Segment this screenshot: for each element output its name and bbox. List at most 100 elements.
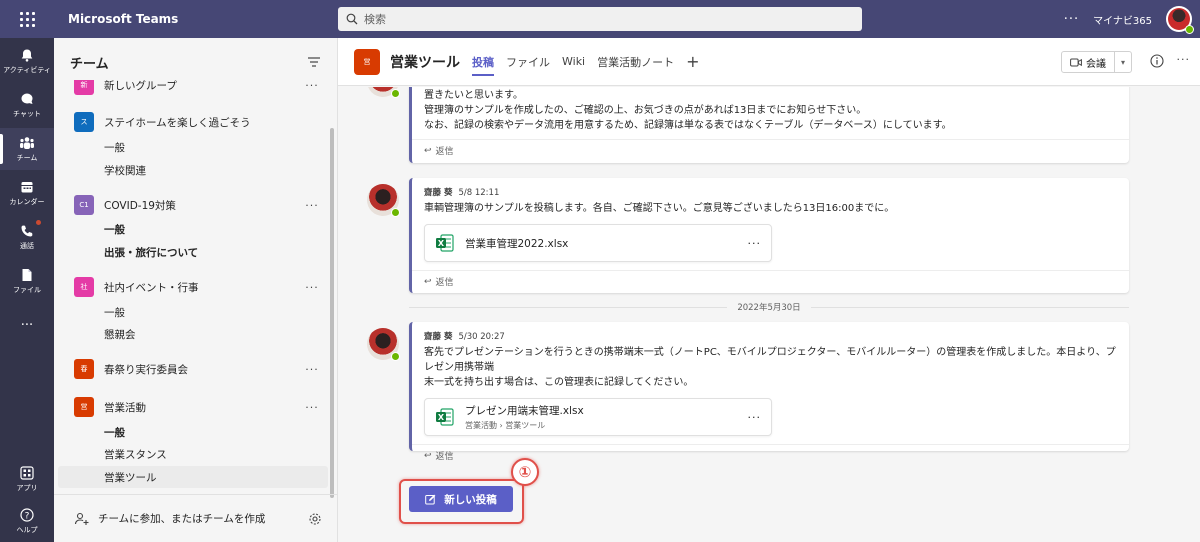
profile-avatar[interactable]: [1166, 6, 1194, 34]
channel-item[interactable]: 一般: [104, 422, 125, 442]
team-row-covid[interactable]: C1 COVID-19対策 ···: [54, 192, 330, 218]
post-card: 齋藤 葵 5/30 20:27 客先でプレゼンテーションを行うときの携帯端末一式（…: [409, 322, 1129, 462]
rail-files[interactable]: ファイル: [0, 260, 54, 302]
post-author: 齋藤 葵: [424, 332, 453, 342]
file-more-button[interactable]: ···: [748, 411, 762, 424]
reply-label: 返信: [435, 278, 454, 288]
channel-more-button[interactable]: ···: [1177, 53, 1191, 66]
app-launcher-button[interactable]: [0, 0, 54, 38]
post-meta: 齋藤 葵 5/30 20:27: [424, 330, 1117, 342]
team-row-spring[interactable]: 春 春祭り実行委員会 ···: [54, 356, 330, 382]
team-more-button[interactable]: ···: [302, 80, 322, 92]
rail-calendar[interactable]: カレンダー: [0, 172, 54, 214]
reply-icon: ↩: [424, 450, 432, 461]
author-avatar[interactable]: [367, 184, 400, 217]
date-divider: 2022年5月30日: [409, 300, 1129, 314]
rail-help[interactable]: ? ヘルプ: [0, 500, 54, 542]
team-row-sales[interactable]: 営 営業活動 ···: [54, 394, 330, 420]
team-avatar: ス: [74, 112, 94, 132]
help-icon: ?: [20, 507, 34, 522]
team-more-button[interactable]: ···: [302, 363, 322, 376]
channel-item-active[interactable]: 営業ツール: [104, 467, 157, 487]
phone-icon: [21, 225, 33, 236]
team-more-button[interactable]: ···: [302, 401, 322, 414]
join-create-team[interactable]: チームに参加、またはチームを作成: [54, 494, 338, 542]
team-row-event[interactable]: 社 社内イベント・行事 ···: [54, 274, 330, 300]
bell-icon: [21, 49, 33, 62]
reply-button[interactable]: ↩ 返信: [412, 139, 1129, 161]
tab-files[interactable]: ファイル: [506, 38, 550, 86]
rail-activity[interactable]: アクティビティ: [0, 40, 54, 82]
rail-activity-label: アクティビティ: [3, 65, 51, 74]
pane-title: チーム: [70, 56, 109, 72]
filter-icon[interactable]: [307, 56, 321, 68]
new-post-label: 新しい投稿: [444, 493, 497, 506]
excel-icon: X: [436, 234, 454, 252]
rail-more[interactable]: ···: [0, 304, 54, 346]
search-icon: [346, 13, 358, 25]
rail-teams-label: チーム: [16, 153, 38, 162]
tab-wiki[interactable]: Wiki: [562, 38, 585, 86]
meet-now-button[interactable]: 会議: [1062, 52, 1115, 72]
channel-item[interactable]: 一般: [104, 219, 125, 239]
compose-icon: [425, 494, 436, 504]
date-divider-label: 2022年5月30日: [737, 303, 801, 313]
channel-item[interactable]: 学校関連: [104, 160, 146, 180]
pane-header: チーム: [54, 38, 337, 86]
tab-posts[interactable]: 投稿: [472, 38, 494, 86]
rail-teams[interactable]: チーム: [0, 128, 54, 170]
rail-apps-label: アプリ: [16, 483, 38, 492]
tab-sales-notes[interactable]: 営業活動ノート: [597, 38, 674, 86]
chat-icon: [21, 93, 33, 104]
presence-available-icon: [391, 89, 400, 98]
presence-available-icon: [391, 208, 400, 217]
rail-help-label: ヘルプ: [16, 525, 38, 534]
file-more-button[interactable]: ···: [748, 237, 762, 250]
post-card: 置きたいと思います。 管理簿のサンプルを作成したの、ご確認の上、お気づきの点があ…: [409, 87, 1129, 163]
notification-badge: [36, 220, 41, 225]
team-avatar: 営: [74, 397, 94, 417]
gear-icon[interactable]: [308, 512, 322, 526]
channel-item[interactable]: 懇親会: [104, 324, 136, 344]
post-meta: 齋藤 葵 5/8 12:11: [424, 186, 1117, 198]
author-avatar[interactable]: [367, 328, 400, 361]
add-tab-button[interactable]: +: [686, 52, 699, 71]
channel-item[interactable]: 一般: [104, 302, 125, 322]
channel-team-avatar: 営: [354, 48, 380, 75]
channel-item[interactable]: 営業スタンス: [104, 444, 167, 464]
info-icon[interactable]: [1150, 54, 1164, 68]
conversation-area: 置きたいと思います。 管理簿のサンプルを作成したの、ご確認の上、お気づきの点があ…: [338, 87, 1200, 542]
team-more-button[interactable]: ···: [302, 199, 322, 212]
team-row-stayhome[interactable]: ス ステイホームを楽しく過ごそう: [54, 109, 330, 135]
rail-chat[interactable]: チャット: [0, 84, 54, 126]
svg-text:?: ?: [25, 511, 30, 521]
channel-item[interactable]: 出張・旅行について: [104, 242, 198, 262]
search-input[interactable]: 検索: [338, 7, 862, 31]
reply-label: 返信: [435, 147, 454, 157]
reply-button[interactable]: ↩ 返信: [412, 270, 1129, 292]
team-avatar: 社: [74, 277, 94, 297]
settings-more-button[interactable]: ···: [1064, 12, 1079, 27]
video-camera-icon: [1070, 58, 1082, 66]
file-title: プレゼン用端末管理.xlsx: [465, 405, 584, 417]
post-author: 齋藤 葵: [424, 188, 453, 198]
team-more-button[interactable]: ···: [302, 281, 322, 294]
post-text: 客先でプレゼンテーションを行うときの携帯端末一式（ノートPC、モバイルプロジェク…: [424, 347, 1116, 373]
svg-text:X: X: [438, 413, 445, 422]
file-name: プレゼン用端末管理.xlsx 営業活動 › 営業ツール: [465, 403, 748, 431]
file-attachment[interactable]: X 営業車管理2022.xlsx ···: [424, 224, 772, 262]
channel-item[interactable]: 一般: [104, 137, 125, 157]
rail-calls[interactable]: 通話: [0, 216, 54, 258]
org-name[interactable]: マイナビ365: [1093, 12, 1152, 27]
meet-button[interactable]: 会議 ▾: [1061, 51, 1132, 73]
team-avatar: C1: [74, 195, 94, 215]
team-name: 営業活動: [104, 401, 146, 414]
author-avatar[interactable]: [367, 87, 400, 98]
file-attachment[interactable]: X プレゼン用端末管理.xlsx 営業活動 › 営業ツール ···: [424, 398, 772, 436]
rail-apps[interactable]: アプリ: [0, 458, 54, 500]
calendar-icon: [21, 181, 33, 192]
chevron-down-icon[interactable]: ▾: [1115, 58, 1131, 67]
scrollbar[interactable]: [330, 128, 334, 498]
new-post-button[interactable]: 新しい投稿: [409, 486, 513, 512]
rail-files-label: ファイル: [13, 285, 41, 294]
